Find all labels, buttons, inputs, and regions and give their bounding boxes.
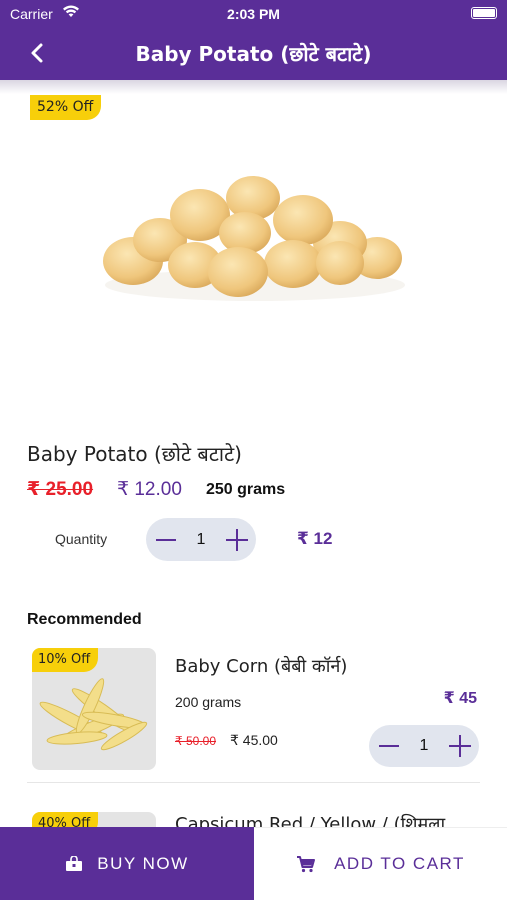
header-shadow: [0, 80, 507, 94]
shopping-bag-icon: [66, 855, 83, 871]
potato-image: [103, 176, 405, 301]
status-bar: Carrier 2:03 PM: [0, 0, 507, 28]
add-to-cart-button[interactable]: ADD TO CART: [254, 827, 507, 900]
recommended-item-price: ₹ 45: [443, 690, 477, 707]
battery-icon: [471, 7, 497, 19]
back-button[interactable]: [22, 38, 52, 68]
chevron-left-icon: [31, 43, 43, 63]
sale-price: ₹ 12.00: [117, 479, 182, 500]
bottom-action-bar: BUY NOW ADD TO CART: [0, 827, 507, 900]
recommended-item-sale-price: ₹ 45.00: [230, 732, 278, 748]
list-item[interactable]: 10% Off Baby Corn (बेबी कॉर्न) 200 grams…: [0, 648, 507, 778]
original-price: ₹ 25.00: [27, 479, 94, 500]
status-time: 2:03 PM: [227, 6, 280, 22]
plus-icon[interactable]: [226, 528, 248, 551]
divider: [27, 782, 480, 783]
cart-icon: [297, 856, 316, 873]
recommended-item-weight: 200 grams: [175, 694, 242, 710]
quantity-stepper: 1: [146, 518, 256, 561]
recommended-heading: Recommended: [27, 611, 142, 628]
recommended-item-original-price: ₹ 50.00: [175, 734, 216, 748]
app-header: Carrier 2:03 PM Baby Potato (छोटे बटाटे): [0, 0, 507, 80]
plus-icon[interactable]: [449, 735, 471, 757]
buy-now-button[interactable]: BUY NOW: [0, 827, 254, 900]
quantity-stepper: 1: [369, 725, 479, 767]
product-weight: 250 grams: [206, 481, 286, 498]
page-title: Baby Potato (छोटे बटाटे): [135, 42, 372, 66]
recommended-item-name: Baby Corn (बेबी कॉर्न): [175, 656, 348, 677]
quantity-label: Quantity: [55, 531, 108, 547]
add-to-cart-label: ADD TO CART: [334, 854, 465, 873]
product-name: Baby Potato (छोटे बटाटे): [27, 442, 242, 466]
discount-badge: 52% Off: [30, 95, 102, 120]
baby-corn-image[interactable]: 10% Off: [32, 648, 156, 770]
discount-badge: 10% Off: [32, 648, 99, 672]
total-price: ₹ 12: [297, 529, 333, 548]
buy-now-label: BUY NOW: [97, 853, 189, 873]
